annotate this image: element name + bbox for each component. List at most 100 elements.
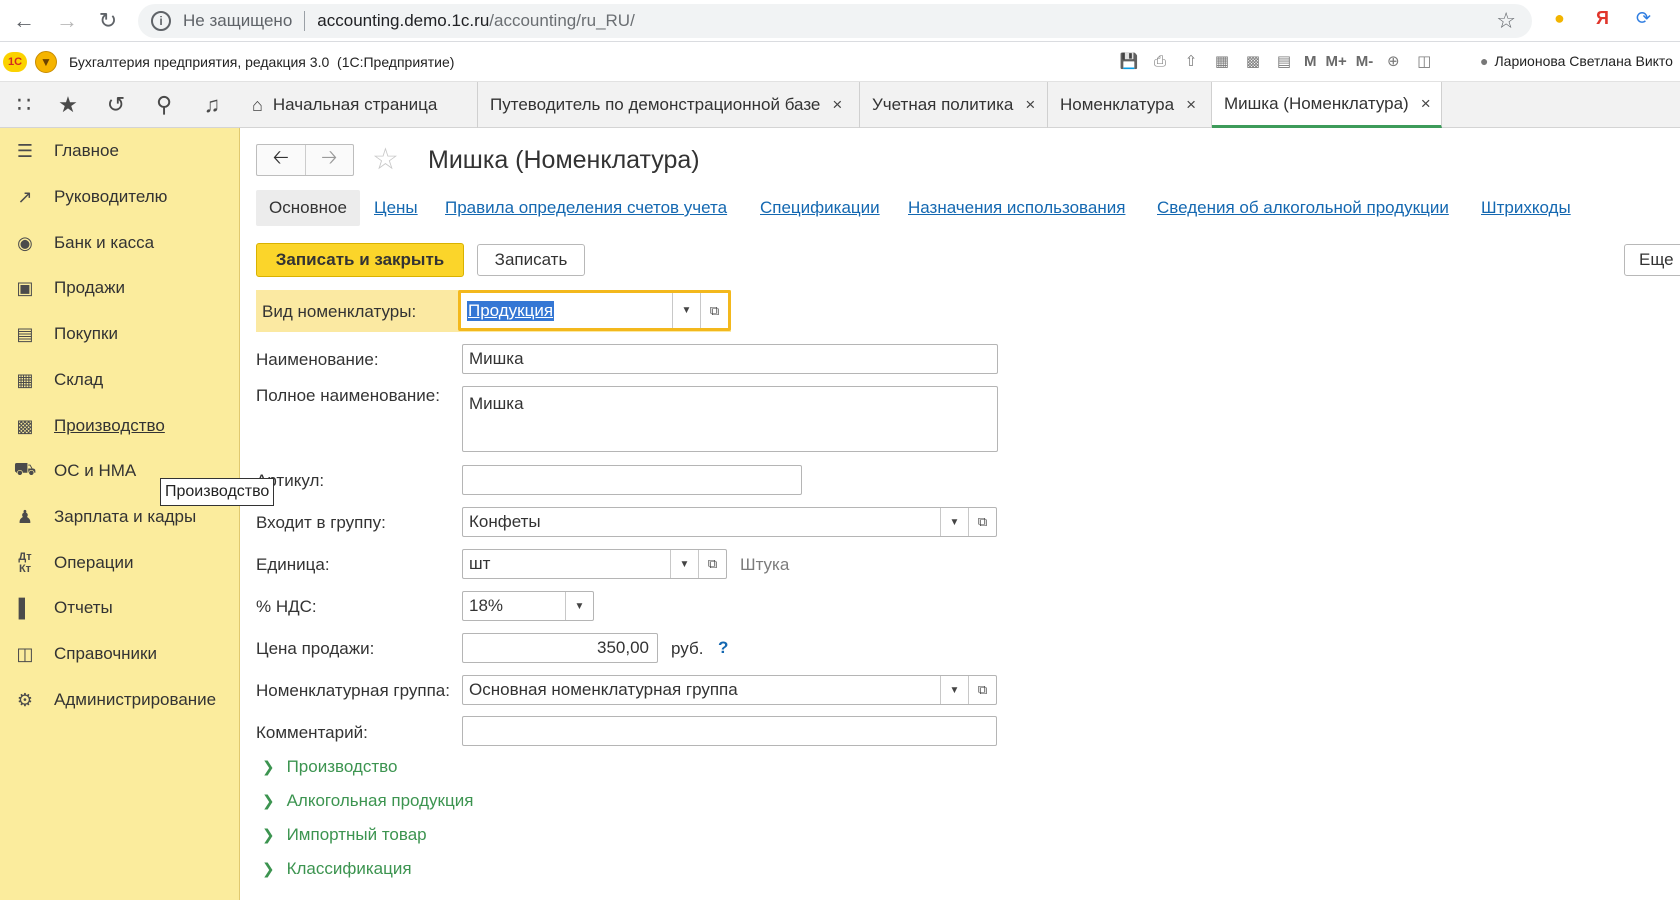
sidebar-item-warehouse[interactable]: ▦ Склад — [0, 360, 240, 400]
vat-field[interactable]: 18% ▼ — [462, 591, 594, 621]
chevron-down-icon[interactable]: ▼ — [940, 508, 968, 536]
sidebar-item-operations[interactable]: Дт Кт Операции — [0, 543, 240, 583]
sidebar-item-main[interactable]: ☰ Главное — [0, 131, 240, 171]
sidebar-item-admin[interactable]: ⚙ Администрирование — [0, 680, 240, 720]
chevron-down-icon[interactable]: ▼ — [670, 550, 698, 578]
nom-group-field[interactable]: Основная номенклатурная группа ▼ ⧉ — [462, 675, 997, 705]
calculator-icon[interactable]: ▩ — [1242, 50, 1264, 72]
warehouse-grid-icon: ▦ — [16, 369, 34, 390]
tab-guide[interactable]: Путеводитель по демонстрационной базе × — [478, 82, 860, 128]
group-value[interactable]: Конфеты — [469, 512, 541, 532]
memory-m-button[interactable]: M — [1304, 50, 1317, 72]
search-icon[interactable]: ⚲ — [140, 82, 188, 128]
full-name-field[interactable]: Мишка — [462, 386, 998, 452]
close-icon[interactable]: × — [1025, 95, 1035, 115]
unit-field[interactable]: шт ▼ ⧉ — [462, 549, 727, 579]
security-label[interactable]: Не защищено — [183, 11, 292, 31]
tab-prices[interactable]: Цены — [374, 190, 418, 226]
sidebar-item-sales[interactable]: ▣ Продажи — [0, 268, 240, 308]
print-preview-icon[interactable]: ▦ — [1211, 50, 1233, 72]
tab-barcodes[interactable]: Штрихкоды — [1481, 190, 1571, 226]
tab-nomenclature[interactable]: Номенклатура × — [1048, 82, 1212, 128]
open-form-icon[interactable]: ⧉ — [968, 508, 996, 536]
tab-alcohol-info[interactable]: Сведения об алкогольной продукции — [1157, 190, 1449, 226]
tab-usage[interactable]: Назначения использования — [908, 190, 1125, 226]
open-form-icon[interactable]: ⧉ — [700, 293, 728, 328]
chevron-down-icon[interactable]: ▼ — [672, 293, 700, 328]
comment-label: Комментарий: — [256, 723, 368, 742]
article-field[interactable] — [462, 465, 802, 495]
calendar-icon[interactable]: ▤ — [1273, 50, 1295, 72]
kind-field[interactable]: Продукция ▼ ⧉ — [458, 290, 731, 331]
chevron-down-icon[interactable]: ▼ — [565, 592, 593, 620]
group-classification[interactable]: ❯ Классификация — [262, 859, 412, 879]
unit-value[interactable]: шт — [469, 554, 490, 574]
save-and-close-button[interactable]: Записать и закрыть — [256, 243, 464, 277]
nom-group-value[interactable]: Основная номенклатурная группа — [469, 680, 738, 700]
comment-field[interactable] — [462, 716, 997, 746]
url-host[interactable]: accounting.demo.1c.ru — [317, 11, 489, 31]
chevron-down-icon[interactable]: ▼ — [940, 676, 968, 704]
full-name-label: Полное наименование: — [256, 386, 440, 405]
sidebar-item-bank[interactable]: ◉ Банк и касса — [0, 223, 240, 263]
tab-account-rules[interactable]: Правила определения счетов учета — [445, 190, 727, 226]
history-icon[interactable]: ↺ — [92, 82, 140, 128]
print-icon[interactable]: ⎙ — [1149, 50, 1171, 72]
sidebar-item-reports[interactable]: ▌ Отчеты — [0, 588, 240, 628]
help-icon[interactable]: ? — [718, 638, 728, 658]
back-arrow-icon[interactable]: 🡠 — [257, 145, 306, 175]
group-field[interactable]: Конфеты ▼ ⧉ — [462, 507, 997, 537]
close-icon[interactable]: × — [1421, 94, 1431, 114]
open-form-icon[interactable]: ⧉ — [968, 676, 996, 704]
yandex-icon[interactable]: Я — [1596, 8, 1609, 29]
sidebar-item-manager[interactable]: ↗ Руководителю — [0, 177, 240, 217]
memory-plus-button[interactable]: M+ — [1326, 50, 1347, 72]
group-production[interactable]: ❯ Производство — [262, 757, 397, 777]
memory-minus-button[interactable]: M- — [1356, 50, 1374, 72]
tab-accounting-policy[interactable]: Учетная политика × — [860, 82, 1048, 128]
kind-value[interactable]: Продукция — [467, 300, 555, 321]
favorites-icon[interactable]: ★ — [44, 82, 92, 128]
main-menu-icon[interactable]: ▼ — [35, 50, 57, 73]
info-icon[interactable]: i — [151, 11, 171, 31]
group-import[interactable]: ❯ Импортный товар — [262, 825, 427, 845]
sidebar-item-purchases[interactable]: ▤ Покупки — [0, 314, 240, 354]
zoom-icon[interactable]: ⊕ — [1382, 50, 1404, 72]
bookmark-star-icon[interactable]: ☆ — [1496, 8, 1516, 34]
tab-home[interactable]: ⌂ Начальная страница — [240, 82, 478, 128]
close-icon[interactable]: × — [1186, 95, 1196, 115]
panels-icon[interactable]: ◫ — [1413, 50, 1435, 72]
titlebar-tools: 💾 ⎙ ⇧ ▦ ▩ ▤ M M+ M- ⊕ ◫ — [1118, 50, 1435, 72]
chevron-right-icon: ❯ — [262, 793, 275, 810]
chevron-right-icon: ❯ — [262, 759, 275, 776]
ruble-coin-icon: ◉ — [17, 232, 33, 253]
extension-icon[interactable]: ● — [1554, 8, 1565, 29]
reload-icon[interactable]: ↻ — [90, 3, 126, 39]
more-button[interactable]: Еще — [1624, 244, 1680, 276]
upload-icon[interactable]: ⇧ — [1180, 50, 1202, 72]
all-functions-icon[interactable]: ∷ — [0, 82, 48, 128]
save-icon[interactable]: 💾 — [1118, 50, 1140, 72]
tab-specifications[interactable]: Спецификации — [760, 190, 880, 226]
tab-mishka[interactable]: Мишка (Номенклатура) × — [1212, 82, 1442, 128]
vat-value[interactable]: 18% — [469, 596, 503, 616]
notifications-icon[interactable]: ♫ — [188, 82, 236, 128]
tab-main[interactable]: Основное — [256, 190, 360, 226]
url-path[interactable]: /accounting/ru_RU/ — [489, 11, 635, 31]
sidebar-item-catalogs[interactable]: ◫ Справочники — [0, 634, 240, 674]
name-field[interactable]: Мишка — [462, 344, 998, 374]
price-field[interactable]: 350,00 — [462, 633, 658, 663]
forward-icon[interactable]: → — [49, 3, 85, 39]
sync-icon[interactable]: ⟳ — [1636, 8, 1651, 29]
address-bar[interactable]: i Не защищено accounting.demo.1c.ru/acco… — [138, 4, 1532, 38]
save-button[interactable]: Записать — [477, 244, 585, 276]
favorite-star-icon[interactable]: ☆ — [372, 142, 399, 177]
forward-arrow-icon[interactable]: 🡢 — [306, 145, 354, 175]
sidebar-item-production[interactable]: ▩ Производство — [0, 406, 240, 446]
open-form-icon[interactable]: ⧉ — [698, 550, 726, 578]
close-icon[interactable]: × — [832, 95, 842, 115]
user-name[interactable]: ● Ларионова Светлана Викто — [1480, 53, 1673, 69]
unit-hint: Штука — [740, 555, 790, 574]
back-icon[interactable]: ← — [6, 3, 42, 39]
group-alcohol[interactable]: ❯ Алкогольная продукция — [262, 791, 473, 811]
